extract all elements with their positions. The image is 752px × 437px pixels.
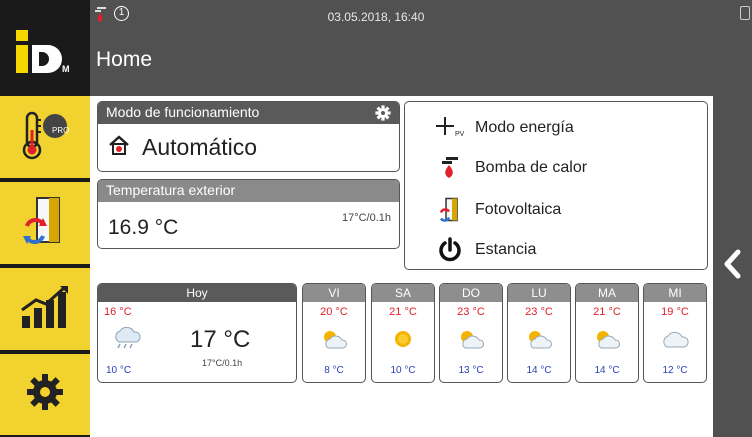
weather-low: 14 °C (526, 365, 552, 376)
rain-cloud-icon (112, 326, 142, 355)
mode-settings-icon[interactable] (375, 105, 391, 124)
weather-today[interactable]: Hoy 16 °C 17 °C 17°C/0.1h 10 °C (97, 283, 297, 383)
operating-mode-panel[interactable]: Modo de funcionamiento Automático (97, 101, 400, 172)
weather-low: 10 °C (390, 365, 416, 376)
weather-low: 10 °C (106, 365, 132, 376)
operating-mode-value: Automático (142, 134, 258, 160)
photovoltaic-icon (435, 196, 465, 224)
weather-day-1[interactable]: VI 20 °C 8 °C (302, 283, 366, 383)
sidebar-item-photovoltaic[interactable] (0, 182, 90, 266)
weather-day-3[interactable]: DO 23 °C 13 °C (439, 283, 503, 383)
sun-cloud-icon (319, 328, 349, 355)
cloud-icon (660, 328, 690, 355)
weather-day-6[interactable]: MI 19 °C 12 °C (643, 283, 707, 383)
sidebar: PRO (0, 96, 90, 437)
thermometer-pro-icon (19, 110, 71, 165)
weather-high: 23 °C (457, 306, 485, 318)
operating-mode-header: Modo de funcionamiento (98, 102, 399, 124)
weather-trend: 17°C/0.1h (202, 358, 243, 368)
sun-cloud-icon (592, 328, 622, 355)
house-icon (108, 134, 130, 161)
sun-cloud-icon (456, 328, 486, 355)
weather-high: 20 °C (320, 306, 348, 318)
action-photovoltaic[interactable]: Fotovoltaica (435, 196, 561, 224)
weather-low: 14 °C (594, 365, 620, 376)
sidebar-item-settings[interactable] (0, 354, 90, 437)
weather-high: 23 °C (525, 306, 553, 318)
weather-day-label: LU (508, 284, 570, 302)
action-energy-mode[interactable]: PV Modo energía (435, 114, 574, 142)
weather-current-temp: 17 °C (190, 326, 251, 353)
screen: M 1 03.05.2018, 16:40 Home PRO Modo de f… (0, 0, 752, 437)
chevron-left-icon (723, 249, 741, 284)
weather-high: 21 °C (593, 306, 621, 318)
sidebar-item-statistics[interactable] (0, 268, 90, 352)
quick-actions-panel: PV Modo energía Bomba de calor Fotovolta… (404, 101, 708, 270)
heat-pump-icon (435, 154, 465, 182)
gear-icon (25, 372, 65, 417)
idm-logo: M (16, 30, 76, 86)
outdoor-temperature-header: Temperatura exterior (98, 180, 399, 202)
pro-badge: PRO (52, 126, 70, 135)
sun-icon (388, 328, 418, 355)
weather-high: 16 °C (104, 306, 132, 318)
weather-high: 19 °C (661, 306, 689, 318)
weather-day-4[interactable]: LU 23 °C 14 °C (507, 283, 571, 383)
weather-day-5[interactable]: MA 21 °C 14 °C (575, 283, 639, 383)
weather-low: 12 °C (662, 365, 688, 376)
sidebar-item-temperature[interactable]: PRO (0, 96, 90, 180)
operating-mode-body: Automático (98, 124, 399, 171)
weather-day-label: DO (440, 284, 502, 302)
weather-day-label: MA (576, 284, 638, 302)
weather-day-label: VI (303, 284, 365, 302)
page-title: Home (96, 48, 153, 71)
power-icon (435, 236, 465, 264)
outdoor-temperature-value: 16.9 °C (108, 216, 179, 239)
bar-chart-icon (20, 284, 70, 335)
weather-day-2[interactable]: SA 21 °C 10 °C (371, 283, 435, 383)
right-rail (713, 96, 752, 437)
weather-day-label: SA (372, 284, 434, 302)
outdoor-temperature-trend: 17°C/0.1h (341, 212, 391, 224)
next-page-button[interactable] (717, 246, 747, 286)
weather-low: 8 °C (324, 365, 344, 376)
action-stay[interactable]: Estancia (435, 236, 536, 264)
weather-day-label: MI (644, 284, 706, 302)
datetime: 03.05.2018, 16:40 (327, 10, 425, 24)
weather-day-label: Hoy (98, 284, 296, 302)
outdoor-temperature-panel[interactable]: Temperatura exterior 16.9 °C 17°C/0.1h (97, 179, 400, 249)
panel-icon[interactable] (740, 6, 750, 20)
sun-cloud-icon (524, 328, 554, 355)
photovoltaic-panel-icon (23, 196, 67, 251)
action-heat-pump[interactable]: Bomba de calor (435, 154, 587, 182)
weather-high: 21 °C (389, 306, 417, 318)
weather-low: 13 °C (458, 365, 484, 376)
